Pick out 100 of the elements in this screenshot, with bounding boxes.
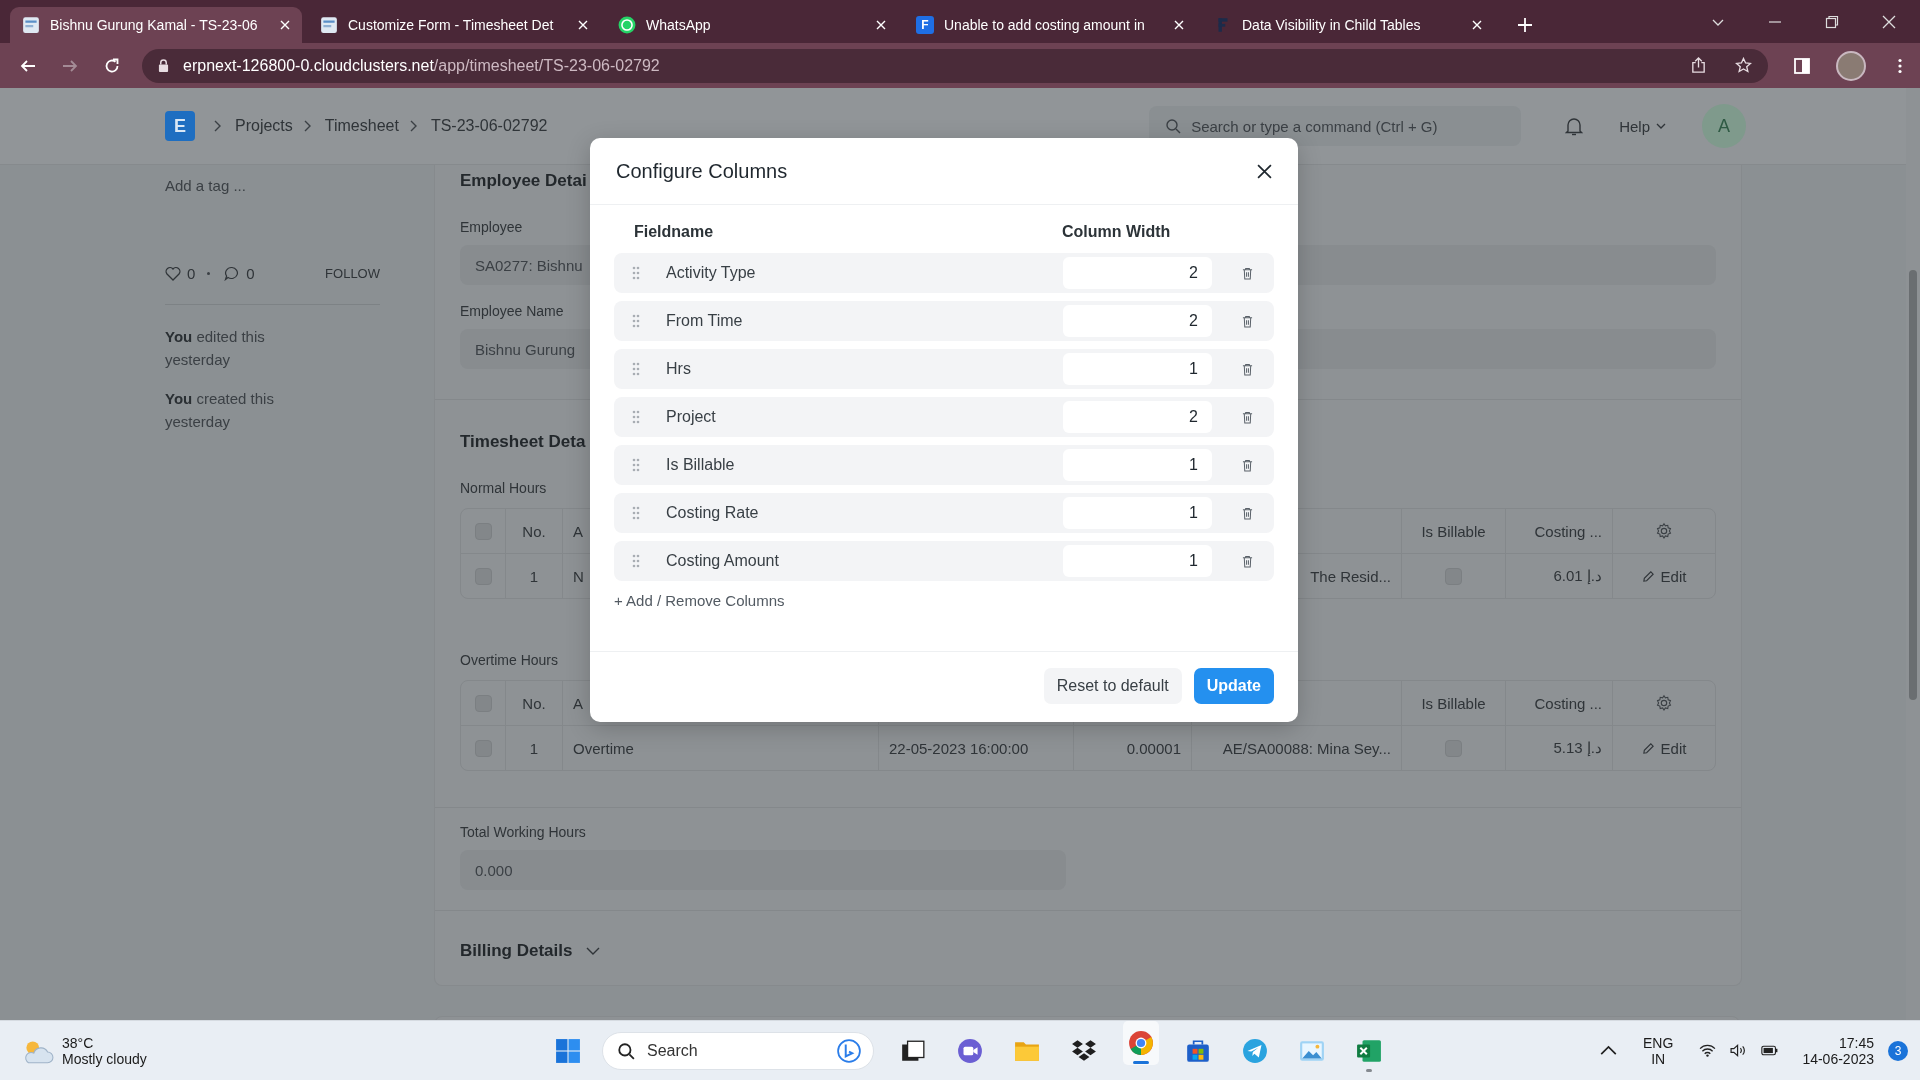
- tab-title: Unable to add costing amount in: [944, 17, 1146, 33]
- column-row[interactable]: Costing Amount 1: [614, 541, 1274, 581]
- add-remove-columns-link[interactable]: + Add / Remove Columns: [614, 591, 785, 611]
- trash-icon[interactable]: [1242, 458, 1253, 472]
- section-title[interactable]: Billing Details: [460, 939, 573, 963]
- column-row[interactable]: Hrs 1: [614, 349, 1274, 389]
- drag-handle-icon[interactable]: [632, 458, 640, 472]
- reload-icon[interactable]: [104, 57, 120, 74]
- trash-icon[interactable]: [1242, 362, 1253, 376]
- temperature: 38°C: [62, 1034, 95, 1051]
- document-icon: [22, 16, 40, 34]
- column-header: Is Billable: [1421, 522, 1486, 540]
- browser-icon: [1128, 1029, 1154, 1056]
- plus-icon[interactable]: [1518, 18, 1532, 32]
- search-icon: [617, 1041, 635, 1060]
- width-input[interactable]: 1: [1063, 353, 1212, 385]
- column-header: Is Billable: [1421, 694, 1486, 712]
- taskbar-search-field[interactable]: Search: [602, 1031, 874, 1070]
- avatar[interactable]: [1836, 50, 1866, 81]
- restore-icon[interactable]: [1825, 15, 1839, 29]
- star-icon[interactable]: [1735, 57, 1752, 74]
- drag-handle-icon[interactable]: [632, 314, 640, 328]
- chevron-up-icon[interactable]: [1600, 1044, 1618, 1057]
- trash-icon[interactable]: [1242, 266, 1253, 280]
- heart-icon[interactable]: [165, 266, 181, 281]
- share-icon[interactable]: [1690, 57, 1707, 74]
- tab-title: WhatsApp: [646, 17, 712, 33]
- like-count: 0: [187, 265, 196, 282]
- drag-handle-icon[interactable]: [632, 410, 640, 424]
- browser-tab[interactable]: Bishnu Gurung Kamal - TS-23-06: [10, 7, 302, 43]
- url-text: erpnext-126800-0.cloudclusters.net/app/timesheet/TS-23-06-02792: [183, 56, 661, 75]
- drag-handle-icon[interactable]: [632, 554, 640, 568]
- section-title: Timesheet Deta: [460, 431, 586, 453]
- column-header: No.: [522, 694, 546, 712]
- width-input[interactable]: 2: [1063, 401, 1212, 433]
- chevron-icon[interactable]: [586, 947, 601, 955]
- trash-icon[interactable]: [1242, 506, 1253, 520]
- width-input[interactable]: 2: [1063, 257, 1212, 289]
- language-indicator[interactable]: ENG IN: [1643, 1034, 1674, 1067]
- browser-tab[interactable]: Customize Form - Timesheet Det: [308, 7, 600, 43]
- column-row[interactable]: Project 2: [614, 397, 1274, 437]
- start-icon[interactable]: [555, 1037, 581, 1064]
- battery-icon[interactable]: [1761, 1044, 1779, 1057]
- address-field[interactable]: erpnext-126800-0.cloudclusters.net/app/timesheet/TS-23-06-02792: [142, 48, 1768, 83]
- breadcrumb-link[interactable]: Timesheet: [324, 117, 399, 135]
- field-label: Employee Name: [460, 302, 564, 321]
- close-icon[interactable]: [1257, 163, 1272, 179]
- column-row[interactable]: Activity Type 2: [614, 253, 1274, 293]
- trash-icon[interactable]: [1242, 314, 1253, 328]
- app-logo[interactable]: E: [165, 111, 195, 141]
- column-header: Costing ...: [1534, 694, 1602, 712]
- table-cell: 6.01 د.إ: [1553, 567, 1602, 585]
- trash-icon[interactable]: [1242, 410, 1253, 424]
- column-row[interactable]: From Time 2: [614, 301, 1274, 341]
- notification-badge[interactable]: 3: [1888, 1040, 1908, 1061]
- bell-icon[interactable]: [1565, 116, 1584, 136]
- document-icon: [320, 16, 338, 34]
- browser-tab[interactable]: WhatsApp: [606, 7, 898, 43]
- browser-tab[interactable]: Data Visibility in Child Tables: [1202, 7, 1494, 43]
- column-header: A: [573, 522, 583, 540]
- breadcrumb-link[interactable]: TS-23-06-02792: [430, 117, 548, 135]
- table-label: Normal Hours: [460, 479, 547, 498]
- width-input[interactable]: 1: [1063, 449, 1212, 481]
- browser-tab[interactable]: F Unable to add costing amount in: [904, 7, 1196, 43]
- activity-entry: You created this yesterday: [165, 389, 275, 432]
- drag-handle-icon[interactable]: [632, 266, 640, 280]
- chat-logo-icon: [837, 1038, 861, 1063]
- breadcrumb-link[interactable]: Projects: [235, 117, 293, 135]
- table-cell: N: [573, 567, 584, 585]
- back-arrow-icon[interactable]: [20, 57, 36, 74]
- chevron-down-icon: [1656, 123, 1666, 129]
- edit-button[interactable]: Edit: [1637, 735, 1691, 761]
- column-row[interactable]: Is Billable 1: [614, 445, 1274, 485]
- edit-button[interactable]: Edit: [1637, 563, 1691, 589]
- clock[interactable]: 17:45 14-06-2023: [1802, 1034, 1874, 1067]
- paper-plane-icon: [1242, 1037, 1268, 1064]
- width-input[interactable]: 1: [1063, 497, 1212, 529]
- reset-button[interactable]: Reset to default: [1043, 668, 1182, 704]
- chevron-right-icon: [302, 120, 311, 132]
- dialog-title: Configure Columns: [616, 159, 788, 183]
- side-panel-icon[interactable]: [1794, 57, 1810, 74]
- wifi-icon[interactable]: [1699, 1044, 1717, 1057]
- field-name: Project: [666, 408, 717, 426]
- width-input[interactable]: 1: [1063, 545, 1212, 577]
- chevron-right-icon: [408, 120, 417, 132]
- column-header: Fieldname: [634, 222, 715, 242]
- follow-link[interactable]: FOLLOW: [325, 266, 380, 281]
- settings-icon[interactable]: [1655, 694, 1673, 712]
- width-input[interactable]: 2: [1063, 305, 1212, 337]
- drag-handle-icon[interactable]: [632, 362, 640, 376]
- column-header: Column Width: [1062, 222, 1171, 242]
- trash-icon[interactable]: [1242, 554, 1253, 568]
- help-dropdown[interactable]: Help: [1615, 113, 1670, 139]
- table-label: Overtime Hours: [460, 651, 559, 670]
- volume-icon[interactable]: [1730, 1044, 1748, 1057]
- settings-icon[interactable]: [1655, 522, 1673, 540]
- drag-handle-icon[interactable]: [632, 506, 640, 520]
- field-name: From Time: [666, 312, 744, 330]
- column-row[interactable]: Costing Rate 1: [614, 493, 1274, 533]
- comment-icon[interactable]: [224, 266, 241, 281]
